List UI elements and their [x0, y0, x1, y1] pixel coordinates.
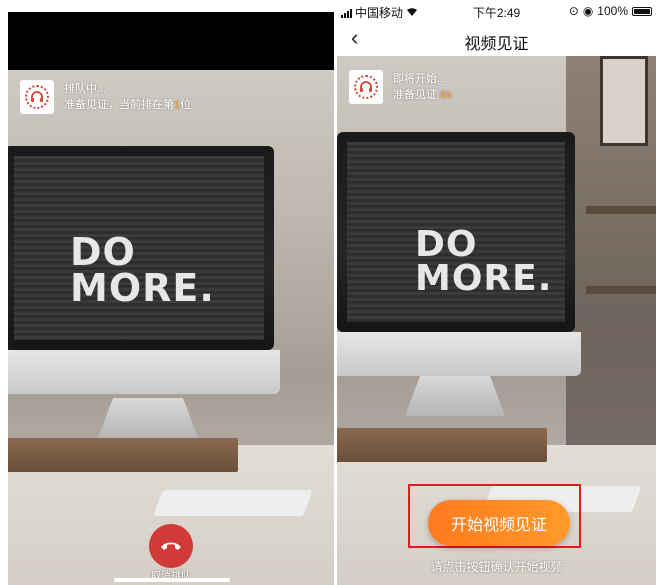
do-more-text: DO MORE. [415, 224, 553, 300]
cancel-queue-button[interactable] [149, 524, 193, 568]
queue-title: 排队中... [64, 83, 107, 95]
start-screen: DO MORE. 中国移动 下午2:49 ⊙ ◉ 100% ‹ 视频见证 即将开… [337, 0, 656, 585]
status-bar: 中国移动 下午2:49 ⊙ ◉ 100% [337, 0, 656, 22]
countdown: 6s [440, 89, 452, 101]
camera-background: DO MORE. [8, 70, 334, 585]
lock-rotation-icon: ⊙ [568, 4, 579, 18]
countdown-line: 准备见证 6s [393, 89, 452, 101]
hangup-icon [161, 542, 181, 550]
battery-icon [632, 6, 652, 16]
start-title: 即将开始... [393, 73, 447, 85]
alarm-icon: ◉ [582, 4, 594, 18]
headset-icon [349, 70, 383, 104]
do-more-text: DO MORE. [70, 230, 215, 311]
home-indicator [114, 578, 230, 582]
start-hint: 请点击按钮确认开始视频 [430, 560, 563, 574]
nav-bar: ‹ 视频见证 [337, 22, 656, 56]
video-top-bar [8, 12, 334, 70]
headset-icon [20, 80, 54, 114]
queue-status-card: 排队中... 准备见证，当前排在第1位 [20, 80, 191, 114]
queue-screen: DO MORE. 排队中... 准备见证，当前排在第1位 取消排队 [8, 0, 334, 585]
page-title: 视频见证 [464, 36, 529, 53]
start-status-card: 即将开始... 准备见证 6s [349, 70, 452, 104]
start-video-witness-button[interactable]: 开始视频见证 [428, 500, 570, 546]
battery-percent: 100% [597, 4, 628, 18]
queue-position-line: 准备见证，当前排在第1位 [64, 99, 192, 111]
